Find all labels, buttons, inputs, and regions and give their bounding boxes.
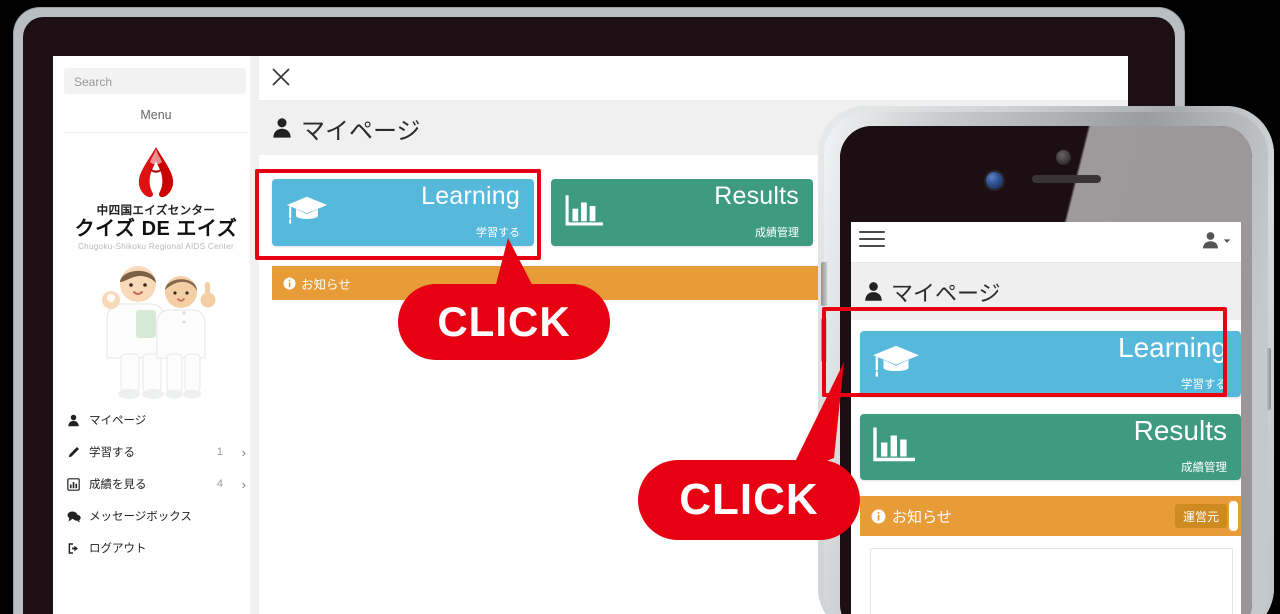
nurses-illustration — [102, 266, 216, 399]
card-title: Learning — [1118, 332, 1227, 363]
aids-ribbon-icon — [138, 147, 174, 198]
dashboard-cards: Learning 学習する Results 成績管理 — [272, 179, 813, 246]
logo-line-1: 中四国エイズセンター — [96, 205, 216, 217]
logout-icon — [67, 542, 89, 555]
logo-line-2: クイズ DE エイズ — [74, 218, 238, 240]
search-input[interactable]: Search — [64, 68, 246, 94]
phone-content: Learning 学習する Results 成績管理 お知らせ 運営元 — [851, 320, 1241, 614]
volume-up-button[interactable] — [821, 262, 827, 306]
logo-line-3: Chugoku-Shikoku Regional AIDS Center — [77, 242, 234, 252]
phone-page-title: マイページ — [891, 280, 1001, 306]
user-icon — [273, 118, 291, 138]
card-title: Learning — [421, 182, 520, 210]
sidebar-item-label: 成績を見る — [89, 479, 147, 491]
screenshot-stage: Search Menu 中四国エイズセンター クイズ DE エイズ Chugok… — [0, 0, 1280, 614]
sidebar-item-label: マイページ — [89, 415, 147, 427]
chart-icon — [67, 477, 89, 491]
user-icon — [67, 414, 89, 427]
card-title: Results — [714, 182, 799, 210]
close-icon[interactable] — [269, 65, 293, 89]
card-subtitle: 学習する — [1181, 379, 1227, 391]
notice-label: お知らせ — [301, 277, 351, 292]
sidebar-item-count: 1 — [216, 446, 223, 458]
learning-card[interactable]: Learning 学習する — [272, 179, 534, 246]
phone-nav-bar — [851, 222, 1241, 263]
chevron-down-icon — [1223, 238, 1231, 243]
top-bar — [259, 56, 1128, 101]
site-logo: 中四国エイズセンター クイズ DE エイズ Chugoku-Shikoku Re… — [53, 144, 259, 251]
chevron-right-icon: › — [241, 476, 246, 492]
user-dropdown-icon[interactable] — [1201, 231, 1231, 250]
callout-tail — [788, 362, 844, 476]
sidebar-item-results[interactable]: 成績を見る 4 › — [53, 468, 259, 500]
results-card[interactable]: Results 成績管理 — [551, 179, 813, 246]
sidebar-item-mypage[interactable]: マイページ — [53, 404, 259, 436]
phone-results-card[interactable]: Results 成績管理 — [860, 414, 1241, 480]
proximity-sensor-icon — [1056, 150, 1071, 165]
hamburger-icon[interactable] — [859, 231, 885, 252]
phone-notice-panel — [870, 548, 1233, 614]
menu-divider — [64, 132, 248, 133]
card-title: Results — [1133, 415, 1227, 446]
phone-bezel: マイページ Learning 学習する Results 成績管理 お知らせ 運営… — [840, 126, 1252, 614]
info-icon — [871, 509, 886, 523]
card-subtitle: 学習する — [476, 227, 520, 239]
card-subtitle: 成績管理 — [755, 227, 799, 239]
notice-scroll-indicator[interactable] — [1229, 501, 1238, 531]
volume-down-button[interactable] — [821, 318, 827, 362]
sidebar-item-label: ログアウト — [89, 543, 147, 555]
phone-learning-card[interactable]: Learning 学習する — [860, 331, 1241, 397]
user-icon — [865, 282, 882, 301]
graduation-cap-icon — [286, 194, 328, 231]
sidebar-item-label: メッセージボックス — [89, 511, 192, 523]
operator-badge[interactable]: 運営元 — [1174, 504, 1227, 528]
sidebar-nav: マイページ 学習する 1 › 成績を見る 4 › メッセージボックス ログアウト — [53, 404, 259, 564]
phone-notice-label: お知らせ — [892, 508, 952, 526]
page-title: マイページ — [301, 117, 421, 145]
sidebar-scrollbar[interactable] — [250, 56, 259, 614]
sidebar-item-learning[interactable]: 学習する 1 › — [53, 436, 259, 468]
card-subtitle: 成績管理 — [1181, 462, 1227, 474]
message-icon — [67, 510, 89, 523]
phone-notice-bar: お知らせ 運営元 — [860, 496, 1241, 536]
sidebar-item-label: 学習する — [89, 447, 135, 459]
bar-chart-icon — [872, 426, 918, 469]
front-camera-icon — [986, 172, 1003, 189]
info-icon — [283, 276, 296, 290]
phone-screen: マイページ Learning 学習する Results 成績管理 お知らせ 運営… — [851, 222, 1241, 614]
phone-body: マイページ Learning 学習する Results 成績管理 お知らせ 運営… — [821, 112, 1271, 614]
graduation-cap-icon — [872, 343, 920, 385]
power-button[interactable] — [1265, 348, 1271, 410]
sidebar-item-count: 4 — [216, 478, 223, 490]
bar-chart-icon — [565, 193, 605, 232]
menu-label: Menu — [140, 108, 172, 122]
pencil-icon — [67, 446, 89, 459]
click-callout-desktop: CLICK — [398, 238, 610, 360]
click-callout-phone: CLICK — [638, 362, 860, 540]
sidebar: Search Menu 中四国エイズセンター クイズ DE エイズ Chugok… — [53, 56, 260, 614]
sidebar-item-logout[interactable]: ログアウト — [53, 532, 259, 564]
phone-page-header: マイページ — [851, 263, 1241, 320]
earpiece-speaker-icon — [1032, 175, 1101, 183]
sidebar-item-messages[interactable]: メッセージボックス — [53, 500, 259, 532]
callout-tail — [494, 238, 538, 296]
chevron-right-icon: › — [241, 444, 246, 460]
phone-device: マイページ Learning 学習する Results 成績管理 お知らせ 運営… — [818, 106, 1274, 614]
